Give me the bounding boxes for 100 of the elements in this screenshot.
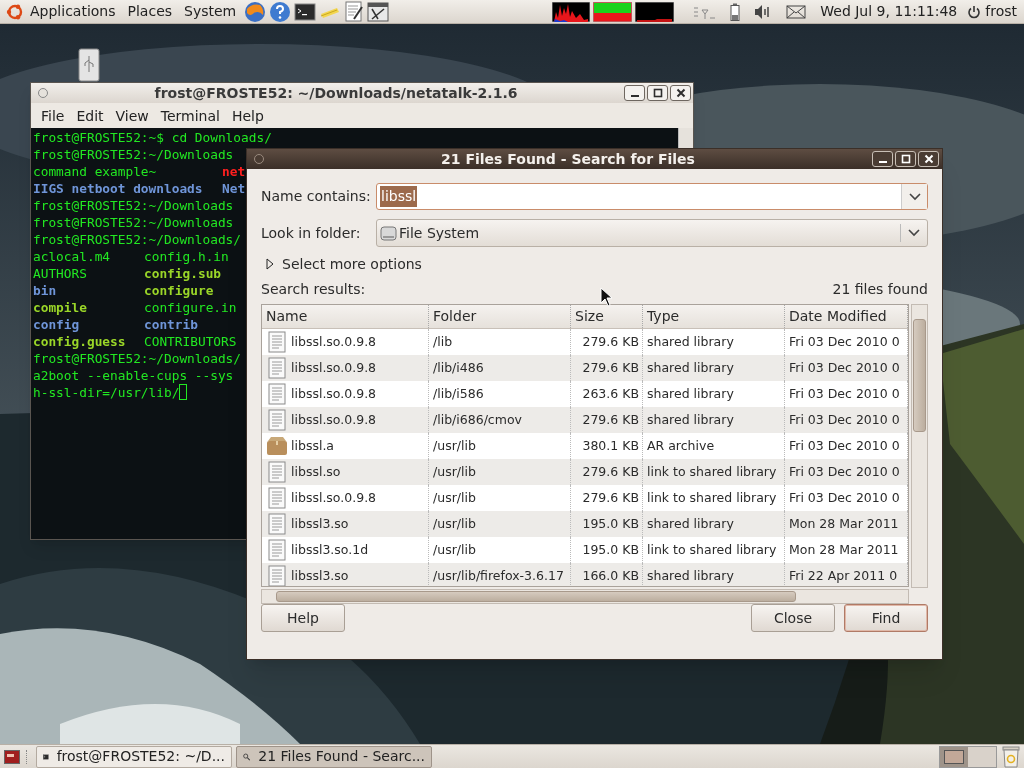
table-cell-text: libssl.so.0.9.8 bbox=[291, 332, 377, 351]
clock[interactable]: Wed Jul 9, 11:11:48 bbox=[820, 1, 958, 22]
table-cell-text: 195.0 KB bbox=[582, 514, 639, 533]
terminal-line: config.h.in bbox=[144, 249, 229, 264]
maximize-button[interactable] bbox=[647, 85, 668, 101]
terminal-line: config.guess bbox=[33, 334, 126, 349]
globe-icon[interactable] bbox=[244, 0, 267, 23]
text-editor-icon[interactable] bbox=[344, 0, 365, 23]
terminal-line: frost@FROSTE52:~/Downloads/ bbox=[33, 232, 242, 247]
terminal-line: configure.in bbox=[144, 300, 237, 315]
table-cell-text: shared library bbox=[647, 384, 734, 403]
dialog-button[interactable]: Help bbox=[261, 604, 345, 632]
table-cell-text: 279.6 KB bbox=[582, 488, 639, 507]
close-button[interactable] bbox=[918, 151, 939, 167]
screenshot-icon[interactable] bbox=[367, 0, 390, 23]
table-cell-text: Fri 03 Dec 2010 0 bbox=[789, 332, 900, 351]
table-cell-text: Mon 28 Mar 2011 bbox=[789, 514, 899, 533]
usb-drive-icon[interactable] bbox=[78, 48, 100, 82]
terminal-line: AUTHORS bbox=[33, 266, 87, 281]
taskbar-button[interactable]: 21 Files Found - Searc... bbox=[236, 745, 432, 768]
table-cell-text: link to shared library bbox=[647, 540, 777, 559]
terminal-line: CONTRIBUTORS bbox=[144, 334, 237, 349]
table-cell-text: libssl3.so bbox=[291, 566, 349, 585]
table-cell-text: shared library bbox=[647, 566, 734, 585]
user-name[interactable]: frost bbox=[985, 1, 1017, 22]
table-cell-text: /lib bbox=[433, 332, 453, 351]
column-header[interactable]: Type bbox=[643, 305, 785, 328]
table-cell-text: /usr/lib/firefox-3.6.17 bbox=[433, 566, 564, 585]
table-cell-text: libssl.a bbox=[291, 436, 334, 455]
dialog-button[interactable]: Close bbox=[751, 604, 835, 632]
table-cell-text: Fri 03 Dec 2010 0 bbox=[789, 384, 900, 403]
window-menu-icon[interactable] bbox=[254, 154, 264, 164]
dialog-button[interactable]: Find bbox=[844, 604, 928, 632]
panel-menu[interactable]: Places bbox=[121, 1, 179, 22]
table-cell-text: libssl.so.0.9.8 bbox=[291, 410, 377, 429]
field-value: libssl bbox=[380, 186, 418, 207]
close-button[interactable] bbox=[670, 85, 691, 101]
field-label: Name contains: bbox=[261, 187, 372, 206]
menu-item[interactable]: Edit bbox=[70, 106, 110, 127]
window-menu-icon[interactable] bbox=[38, 88, 48, 98]
terminal-line: command example~ bbox=[33, 164, 157, 179]
terminal-line: config.sub bbox=[144, 266, 222, 281]
table-cell-text: 279.6 KB bbox=[582, 462, 639, 481]
triangle-right-icon bbox=[266, 258, 274, 270]
name-combo-field[interactable]: libssl bbox=[376, 183, 928, 210]
maximize-icon bbox=[652, 88, 663, 98]
more-options-expander[interactable]: Select more options bbox=[266, 254, 422, 274]
minimize-icon bbox=[630, 95, 639, 97]
maximize-icon bbox=[900, 154, 911, 164]
table-cell-text: shared library bbox=[647, 358, 734, 377]
dropdown-value: File System bbox=[399, 223, 481, 243]
scrollbar-thumb[interactable] bbox=[913, 319, 926, 432]
ubuntu-logo-icon[interactable] bbox=[6, 2, 24, 21]
show-desktop-icon[interactable] bbox=[4, 748, 20, 765]
scrollbar-thumb[interactable] bbox=[276, 591, 796, 602]
table-cell-text: libssl.so.0.9.8 bbox=[291, 358, 377, 377]
column-header[interactable]: Date Modified bbox=[785, 305, 908, 328]
column-header[interactable]: Name bbox=[262, 305, 429, 328]
menu-item[interactable]: File bbox=[35, 106, 71, 127]
terminal-line: h-ssl-dir=/usr/lib/ bbox=[33, 385, 180, 400]
column-header[interactable]: Folder bbox=[429, 305, 571, 328]
table-cell-text: /lib/i586 bbox=[433, 384, 484, 403]
table-cell-text: shared library bbox=[647, 332, 734, 351]
table-cell-text: Fri 03 Dec 2010 0 bbox=[789, 436, 900, 455]
table-cell-text: 279.6 KB bbox=[582, 332, 639, 351]
field-label: Look in folder: bbox=[261, 223, 362, 243]
menu-item[interactable]: Help bbox=[225, 106, 270, 127]
menu-item[interactable]: Terminal bbox=[154, 106, 226, 127]
network-monitor-graph[interactable] bbox=[635, 1, 675, 22]
terminal-line: compile bbox=[33, 300, 87, 315]
workspace-switcher[interactable] bbox=[939, 745, 997, 768]
table-cell-text: Fri 03 Dec 2010 0 bbox=[789, 410, 900, 429]
help-icon[interactable] bbox=[269, 0, 292, 23]
results-count: 21 files found bbox=[832, 279, 928, 299]
terminal-line: frost@FROSTE52:~/Downloads bbox=[33, 147, 234, 162]
chevron-down-icon bbox=[908, 192, 921, 201]
table-cell-text: 279.6 KB bbox=[582, 358, 639, 377]
cpu-monitor-graph[interactable] bbox=[552, 1, 591, 22]
terminal-line: aclocal.m4 bbox=[33, 249, 111, 264]
horizontal-scrollbar[interactable] bbox=[261, 589, 909, 604]
panel-menu[interactable]: System bbox=[178, 1, 243, 22]
minimize-button[interactable] bbox=[624, 85, 645, 101]
taskbar-button[interactable]: frost@FROSTE52: ~/D... bbox=[36, 745, 232, 768]
table-cell-text: 279.6 KB bbox=[582, 410, 639, 429]
close-icon bbox=[923, 154, 934, 164]
terminal-icon[interactable] bbox=[294, 1, 317, 22]
table-cell-text: Fri 03 Dec 2010 0 bbox=[789, 462, 900, 481]
minimize-button[interactable] bbox=[872, 151, 893, 167]
trash-icon[interactable] bbox=[1001, 745, 1021, 768]
chevron-down-icon bbox=[908, 229, 920, 237]
memory-monitor-graph[interactable] bbox=[593, 1, 633, 22]
vertical-scrollbar[interactable] bbox=[911, 304, 928, 588]
menu-item[interactable]: View bbox=[109, 106, 155, 127]
folder-dropdown[interactable]: File System bbox=[376, 219, 928, 247]
battery-icon[interactable] bbox=[730, 2, 741, 21]
power-icon[interactable] bbox=[967, 4, 982, 19]
mail-icon[interactable] bbox=[786, 4, 807, 19]
maximize-button[interactable] bbox=[895, 151, 916, 167]
panel-menu[interactable]: Applications bbox=[24, 1, 122, 22]
table-cell-text: link to shared library bbox=[647, 462, 777, 481]
